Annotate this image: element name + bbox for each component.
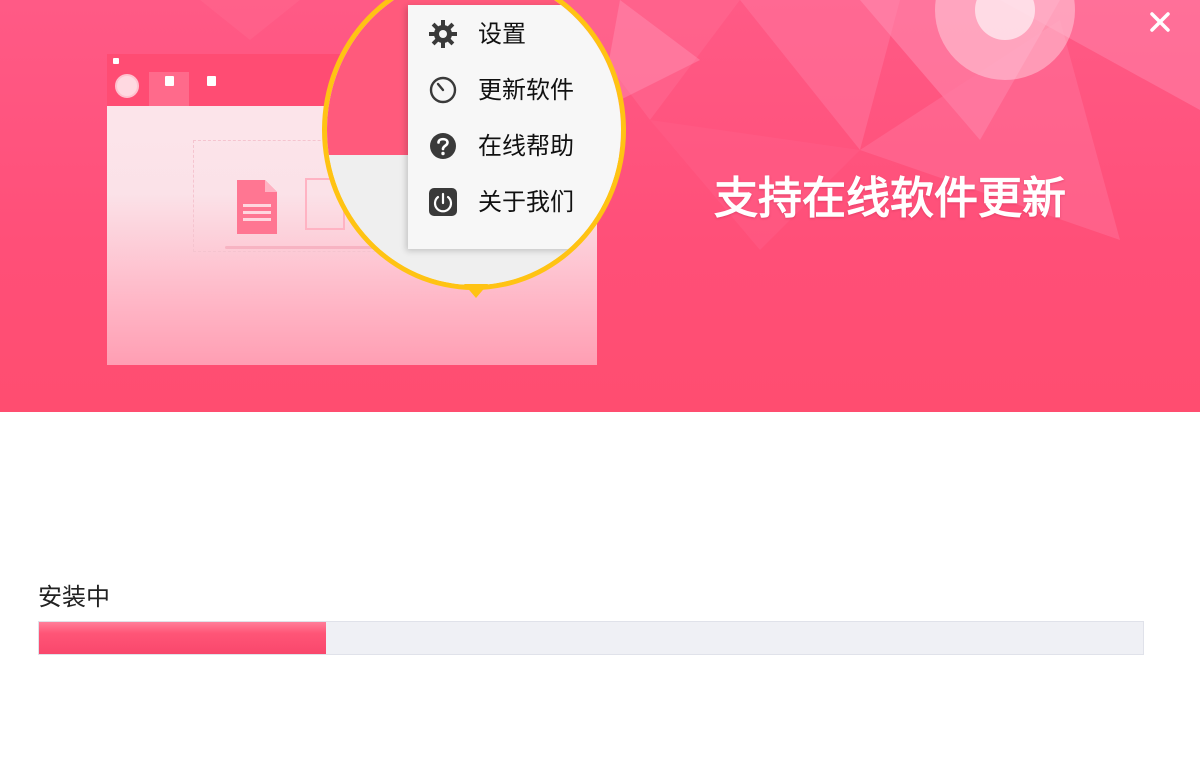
install-progress-bar	[38, 621, 1144, 655]
preview-tab-1	[149, 72, 189, 106]
gear-icon	[429, 20, 457, 48]
magnifier-callout: 设置 更新软件 在线帮助 关于我们	[322, 0, 626, 300]
menu-item-about: 关于我们	[408, 177, 621, 225]
preview-tab-2	[191, 72, 231, 106]
power-icon	[429, 188, 457, 216]
install-status-label: 安装中	[38, 583, 110, 611]
preview-upload-icon	[206, 76, 216, 86]
preview-logo-icon	[113, 58, 119, 64]
menu-item-label: 设置	[478, 20, 526, 48]
preview-avatar	[115, 74, 139, 98]
clock-icon	[429, 76, 457, 104]
preview-file-icon	[237, 180, 277, 234]
question-icon	[430, 133, 456, 159]
menu-item-label: 在线帮助	[478, 132, 574, 160]
menu-item-label: 更新软件	[478, 76, 574, 104]
menu-item-update: 更新软件	[408, 65, 621, 113]
preview-document-icon	[164, 76, 174, 86]
menu-item-settings: 设置	[408, 9, 621, 57]
magnifier-lens: 设置 更新软件 在线帮助 关于我们	[322, 0, 626, 290]
banner: 设置 更新软件 在线帮助 关于我们 支持在线软件更新	[0, 0, 1200, 412]
settings-dropdown-menu: 设置 更新软件 在线帮助 关于我们	[408, 5, 621, 249]
close-icon	[1150, 12, 1170, 32]
magnifier-pointer	[464, 284, 488, 298]
install-progress-fill	[39, 622, 327, 654]
menu-item-help: 在线帮助	[408, 121, 621, 169]
close-button[interactable]	[1144, 6, 1176, 38]
banner-headline: 支持在线软件更新	[714, 173, 1066, 224]
menu-item-label: 关于我们	[478, 188, 574, 216]
